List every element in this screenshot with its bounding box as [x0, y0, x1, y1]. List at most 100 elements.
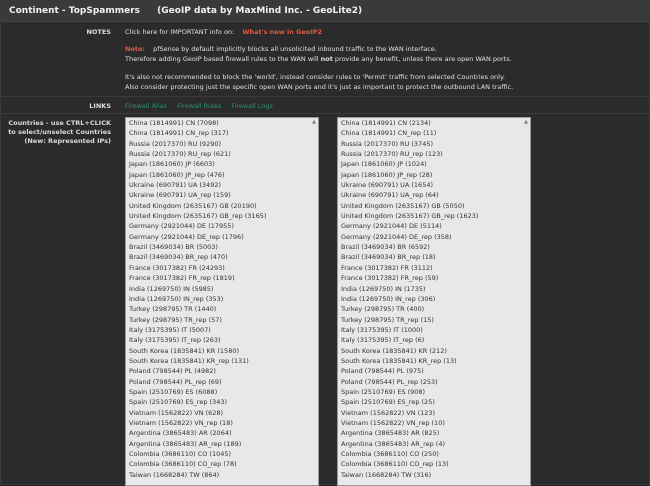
- notes-line-3: Therefore adding GeoIP based firewall ru…: [125, 55, 512, 64]
- notes-line-2: Note: pfSense by default implicitly bloc…: [125, 45, 437, 54]
- countries-label-line-2: to select/unselect Countries: [8, 128, 111, 136]
- country-option[interactable]: Taiwan (1668284) TW (864): [126, 470, 318, 480]
- country-option[interactable]: United Kingdom (2635167) GB_rep (1623): [338, 211, 530, 221]
- firewall-alias-link[interactable]: Firewall Alias: [125, 102, 167, 110]
- country-option[interactable]: Germany (2921044) DE (5114): [338, 221, 530, 231]
- country-option[interactable]: Colombia (3686110) CO (1045): [126, 449, 318, 459]
- country-option[interactable]: Turkey (298795) TR (1440): [126, 304, 318, 314]
- notes-line-4: It's also not recommended to block the '…: [125, 73, 505, 81]
- geoip-panel: Continent - TopSpammers (GeoIP data by M…: [0, 0, 650, 486]
- country-option[interactable]: Argentina (3865483) AR_rep (189): [126, 439, 318, 449]
- country-option[interactable]: Vietnam (1562822) VN (628): [126, 408, 318, 418]
- country-option[interactable]: India (1269750) IN_rep (353): [126, 294, 318, 304]
- country-option[interactable]: Vietnam (1562822) VN_rep (18): [126, 418, 318, 428]
- notes-row: NOTES Click here for IMPORTANT info on: …: [1, 27, 650, 97]
- country-option[interactable]: Poland (798544) PL (975): [338, 366, 530, 376]
- divider: [1, 96, 650, 97]
- country-option[interactable]: France (3017382) FR (24293): [126, 263, 318, 273]
- country-option[interactable]: Japan (1861060) JP_rep (476): [126, 170, 318, 180]
- country-option[interactable]: Japan (1861060) JP (1024): [338, 159, 530, 169]
- note-text: pfSense by default implicitly blocks all…: [153, 45, 437, 53]
- country-option[interactable]: Turkey (298795) TR (400): [338, 304, 530, 314]
- scroll-up-icon[interactable]: ▲: [523, 119, 529, 125]
- country-option[interactable]: South Korea (1835841) KR_rep (131): [126, 356, 318, 366]
- country-option[interactable]: Germany (2921044) DE (17955): [126, 221, 318, 231]
- country-option[interactable]: United Kingdom (2635167) GB (5050): [338, 201, 530, 211]
- country-option[interactable]: Colombia (3686110) CO (250): [338, 449, 530, 459]
- country-option[interactable]: Japan (1861060) JP_rep (28): [338, 170, 530, 180]
- country-option[interactable]: Brazil (3469034) BR (6592): [338, 242, 530, 252]
- country-option[interactable]: South Korea (1835841) KR_rep (13): [338, 356, 530, 366]
- country-option[interactable]: Russia (2017370) RU_rep (123): [338, 149, 530, 159]
- country-option[interactable]: Spain (2510769) ES (6088): [126, 387, 318, 397]
- country-option[interactable]: India (1269750) IN (1735): [338, 284, 530, 294]
- country-option[interactable]: China (1814991) CN_rep (11): [338, 128, 530, 138]
- notes-line-5: Also consider protecting just the specif…: [125, 83, 514, 91]
- country-option[interactable]: China (1814991) CN_rep (317): [126, 128, 318, 138]
- country-option[interactable]: Argentina (3865483) AR (825): [338, 428, 530, 438]
- country-option[interactable]: Poland (798544) PL_rep (253): [338, 377, 530, 387]
- divider: [1, 113, 650, 114]
- country-option[interactable]: Ukraine (690791) UA (1654): [338, 180, 530, 190]
- scroll-up-icon[interactable]: ▲: [311, 119, 317, 125]
- country-option[interactable]: Colombia (3686110) CO_rep (78): [126, 459, 318, 469]
- country-option[interactable]: Argentina (3865483) AR_rep (4): [338, 439, 530, 449]
- country-option[interactable]: Argentina (3865483) AR (2064): [126, 428, 318, 438]
- country-option[interactable]: Brazil (3469034) BR_rep (470): [126, 252, 318, 262]
- links-label: LINKS: [89, 102, 111, 110]
- country-option[interactable]: Japan (1861060) JP (6603): [126, 159, 318, 169]
- country-option[interactable]: Vietnam (1562822) VN_rep (10): [338, 418, 530, 428]
- country-option[interactable]: France (3017382) FR_rep (1819): [126, 273, 318, 283]
- country-option[interactable]: Brazil (3469034) BR (5003): [126, 242, 318, 252]
- country-option[interactable]: Italy (3175395) IT (5007): [126, 325, 318, 335]
- country-option[interactable]: Vietnam (1562822) VN (123): [338, 408, 530, 418]
- country-option[interactable]: Russia (2017370) RU (3745): [338, 139, 530, 149]
- country-option[interactable]: South Korea (1835841) KR (1580): [126, 346, 318, 356]
- countries-source-list[interactable]: China (1814991) CN (7098) China (1814991)…: [125, 117, 319, 486]
- country-option[interactable]: India (1269750) IN (5985): [126, 284, 318, 294]
- country-option[interactable]: Russia (2017370) RU (9290): [126, 139, 318, 149]
- links-container: Firewall Alias Firewall Rules Firewall L…: [125, 102, 281, 111]
- country-option[interactable]: Germany (2921044) DE_rep (358): [338, 232, 530, 242]
- country-option[interactable]: Turkey (298795) TR_rep (57): [126, 315, 318, 325]
- panel-subtitle: (GeoIP data by MaxMind Inc. - GeoLite2): [157, 6, 363, 16]
- country-option[interactable]: France (3017382) FR_rep (59): [338, 273, 530, 283]
- country-option[interactable]: Poland (798544) PL (4982): [126, 366, 318, 376]
- country-option[interactable]: Russia (2017370) RU_rep (621): [126, 149, 318, 159]
- country-option[interactable]: Colombia (3686110) CO_rep (13): [338, 459, 530, 469]
- countries-label-line-1: Countries - use CTRL+CLICK: [8, 119, 111, 127]
- country-option[interactable]: Germany (2921044) DE_rep (1796): [126, 232, 318, 242]
- country-option[interactable]: Ukraine (690791) UA_rep (64): [338, 190, 530, 200]
- panel-title: Continent - TopSpammers: [9, 6, 141, 16]
- country-option[interactable]: India (1269750) IN_rep (306): [338, 294, 530, 304]
- country-option[interactable]: Ukraine (690791) UA_rep (159): [126, 190, 318, 200]
- country-option[interactable]: Spain (2510769) ES_rep (343): [126, 397, 318, 407]
- note-label: Note:: [125, 45, 146, 53]
- country-option[interactable]: Poland (798544) PL_rep (69): [126, 377, 318, 387]
- notes-line-3b: provide any benefit, unless there are op…: [332, 55, 512, 63]
- notes-line-3a: Therefore adding GeoIP based firewall ru…: [125, 55, 321, 63]
- countries-dest-list[interactable]: China (1814991) CN (2134) China (1814991)…: [337, 117, 531, 486]
- country-option[interactable]: Spain (2510769) ES (908): [338, 387, 530, 397]
- country-option[interactable]: Spain (2510769) ES_rep (25): [338, 397, 530, 407]
- whats-new-link[interactable]: What's new in GeoIP2: [242, 28, 322, 36]
- country-option[interactable]: Ukraine (690791) UA (3492): [126, 180, 318, 190]
- firewall-rules-link[interactable]: Firewall Rules: [177, 102, 221, 110]
- country-option[interactable]: United Kingdom (2635167) GB_rep (3165): [126, 211, 318, 221]
- country-option[interactable]: Italy (3175395) IT (1000): [338, 325, 530, 335]
- country-option[interactable]: South Korea (1835841) KR (212): [338, 346, 530, 356]
- country-option[interactable]: United Kingdom (2635167) GB (20190): [126, 201, 318, 211]
- country-option[interactable]: China (1814991) CN (7098): [126, 118, 318, 128]
- country-option[interactable]: Brazil (3469034) BR_rep (18): [338, 252, 530, 262]
- notes-line-1: Click here for IMPORTANT info on: What's…: [125, 28, 322, 37]
- firewall-logs-link[interactable]: Firewall Logs: [231, 102, 273, 110]
- country-option[interactable]: France (3017382) FR (3112): [338, 263, 530, 273]
- country-option[interactable]: Italy (3175395) IT_rep (263): [126, 335, 318, 345]
- country-option[interactable]: Italy (3175395) IT_rep (6): [338, 335, 530, 345]
- country-option[interactable]: China (1814991) CN (2134): [338, 118, 530, 128]
- country-option[interactable]: Turkey (298795) TR_rep (15): [338, 315, 530, 325]
- notes-intro-text: Click here for IMPORTANT info on:: [125, 28, 235, 36]
- panel-header: Continent - TopSpammers (GeoIP data by M…: [1, 1, 649, 22]
- notes-label: NOTES: [86, 28, 111, 36]
- country-option[interactable]: Taiwan (1668284) TW (316): [338, 470, 530, 480]
